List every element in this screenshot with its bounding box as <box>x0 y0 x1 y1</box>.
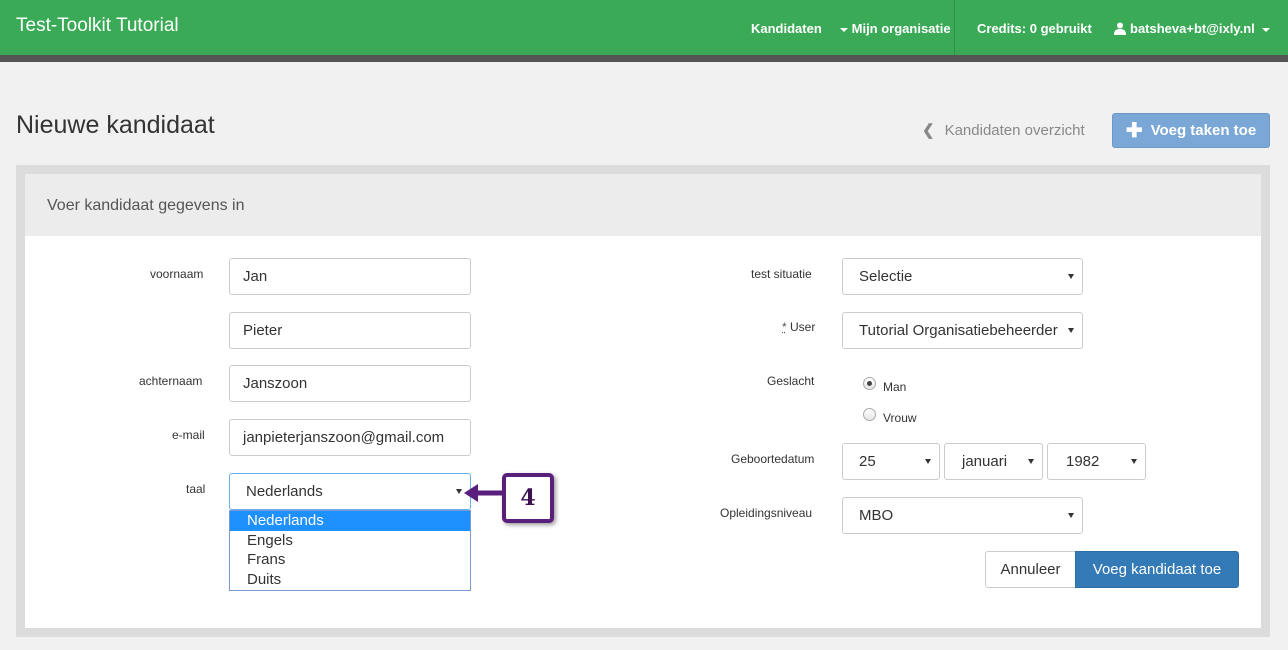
birth-month-value: januari <box>962 453 1008 470</box>
dropdown-arrow-icon <box>1068 513 1074 518</box>
test-situation-select[interactable]: Selectie <box>842 258 1083 295</box>
gender-label: Geslacht <box>767 374 815 388</box>
email-input[interactable]: janpieterjanszoon@gmail.com <box>229 419 471 456</box>
gender-radio-vrouw[interactable] <box>863 408 876 421</box>
required-marker: * <box>782 320 787 334</box>
language-label: taal <box>186 482 206 496</box>
nav-user-label: batsheva+bt@ixly.nl <box>1130 21 1255 36</box>
add-tasks-label: Voeg taken toe <box>1150 122 1257 139</box>
user-label-text: User <box>790 320 816 334</box>
birth-year-select[interactable]: 1982 <box>1047 443 1146 480</box>
panel-heading-text: Voer kandidaat gegevens in <box>47 197 245 214</box>
caret-down-icon <box>840 27 848 32</box>
language-option[interactable]: Engels <box>230 531 470 551</box>
gender-option-label: Man <box>883 380 907 394</box>
page-title: Nieuwe kandidaat <box>16 111 215 139</box>
language-select[interactable]: Nederlands <box>229 473 471 510</box>
gender-option-label: Vrouw <box>883 411 917 425</box>
user-select-value: Tutorial Organisatiebeheerder <box>859 322 1058 339</box>
birth-year-value: 1982 <box>1066 453 1100 470</box>
email-label: e-mail <box>172 428 205 442</box>
language-option[interactable]: Duits <box>230 570 470 590</box>
education-label: Opleidingsniveau <box>720 506 813 520</box>
dropdown-arrow-icon <box>1068 274 1074 279</box>
dropdown-arrow-icon <box>925 459 931 464</box>
navbar-bottom-bar <box>0 55 1288 62</box>
nav-divider <box>954 0 955 55</box>
user-icon <box>1114 22 1126 35</box>
lastname-input[interactable]: Janszoon <box>229 365 471 402</box>
back-link-label: Kandidaten overzicht <box>944 122 1085 139</box>
add-tasks-button[interactable]: ✚ Voeg taken toe <box>1112 113 1270 148</box>
birth-day-value: 25 <box>859 453 876 470</box>
education-select[interactable]: MBO <box>842 497 1083 534</box>
chevron-left-icon: ❮ <box>922 122 935 139</box>
add-candidate-button[interactable]: Voeg kandidaat toe <box>1075 551 1239 588</box>
dropdown-arrow-icon <box>1028 459 1034 464</box>
panel-heading: Voer kandidaat gegevens in <box>25 174 1261 236</box>
app-brand[interactable]: Test-Toolkit Tutorial <box>16 15 179 37</box>
language-option[interactable]: Frans <box>230 550 470 570</box>
back-to-candidates-link[interactable]: ❮ Kandidaten overzicht <box>922 121 1085 139</box>
birth-month-select[interactable]: januari <box>944 443 1043 480</box>
gender-radio-man[interactable] <box>863 377 876 390</box>
middlename-input[interactable]: Pieter <box>229 312 471 349</box>
firstname-label: voornaam <box>150 267 204 281</box>
nav-my-organisation[interactable]: Mijn organisatie <box>840 21 951 36</box>
caret-down-icon <box>1262 27 1271 32</box>
nav-candidates[interactable]: Kandidaten <box>751 21 822 36</box>
nav-user-menu[interactable]: batsheva+bt@ixly.nl <box>1114 21 1271 36</box>
language-dropdown-list: Nederlands Engels Frans Duits <box>229 510 471 591</box>
annotation-arrow-icon <box>464 484 504 502</box>
lastname-label: achternaam <box>139 374 203 388</box>
firstname-input[interactable]: Jan <box>229 258 471 295</box>
education-value: MBO <box>859 507 894 524</box>
step-annotation-badge: 4 <box>502 473 554 523</box>
test-situation-label: test situatie <box>751 267 812 281</box>
nav-my-organisation-label: Mijn organisatie <box>851 21 951 36</box>
cancel-button[interactable]: Annuleer <box>985 551 1076 588</box>
dropdown-arrow-icon <box>1131 459 1137 464</box>
test-situation-value: Selectie <box>859 268 913 285</box>
birthdate-label: Geboortedatum <box>731 452 815 466</box>
language-option[interactable]: Nederlands <box>230 511 470 531</box>
nav-credits: Credits: 0 gebruikt <box>977 21 1092 36</box>
dropdown-arrow-icon <box>1068 328 1074 333</box>
user-label: * User <box>782 320 815 334</box>
plus-icon: ✚ <box>1125 119 1143 142</box>
top-navbar: Test-Toolkit Tutorial Kandidaten Mijn or… <box>0 0 1288 55</box>
birth-day-select[interactable]: 25 <box>842 443 940 480</box>
language-select-value: Nederlands <box>246 483 323 500</box>
user-select[interactable]: Tutorial Organisatiebeheerder <box>842 312 1083 349</box>
